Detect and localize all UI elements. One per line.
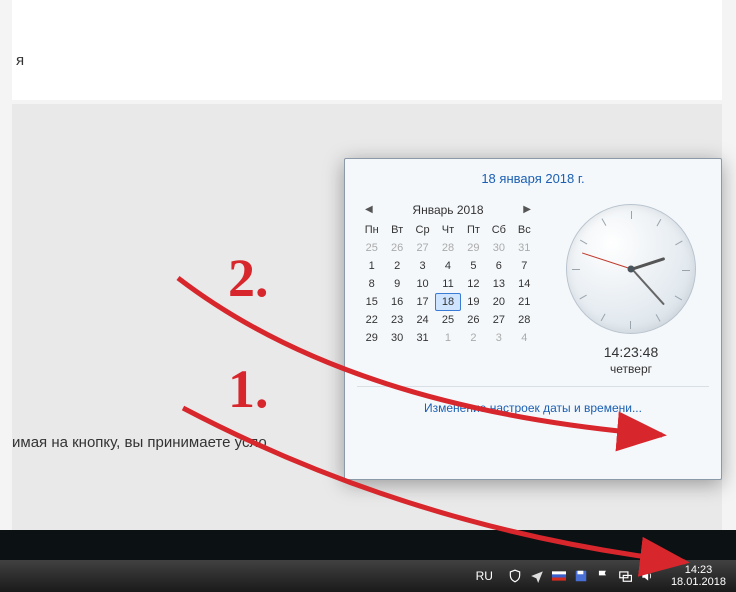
calendar-dow: Вт <box>384 221 409 239</box>
calendar-day[interactable]: 21 <box>512 293 537 311</box>
calendar: ◀ Январь 2018 ▶ ПнВтСрЧтПтСбВс2526272829… <box>359 198 537 376</box>
calendar-grid: ПнВтСрЧтПтСбВс25262728293031123456789101… <box>359 221 537 347</box>
calendar-day[interactable]: 16 <box>384 293 409 311</box>
calendar-day[interactable]: 28 <box>512 311 537 329</box>
volume-icon[interactable] <box>639 568 655 584</box>
footer-text: имая на кнопку, вы принимаете усло <box>12 434 267 451</box>
calendar-day[interactable]: 19 <box>461 293 486 311</box>
calendar-day[interactable]: 29 <box>461 239 486 257</box>
datetime-popup: 18 января 2018 г. ◀ Январь 2018 ▶ ПнВтСр… <box>344 158 722 480</box>
taskbar-clock[interactable]: 14:23 18.01.2018 <box>661 564 736 588</box>
flag-icon[interactable] <box>551 568 567 584</box>
calendar-day[interactable]: 20 <box>486 293 511 311</box>
calendar-dow: Ср <box>410 221 435 239</box>
content-band: я <box>12 0 722 100</box>
prev-month-button[interactable]: ◀ <box>361 202 377 217</box>
calendar-day[interactable]: 25 <box>435 311 460 329</box>
calendar-day[interactable]: 13 <box>486 275 511 293</box>
second-hand <box>582 252 632 269</box>
calendar-day[interactable]: 10 <box>410 275 435 293</box>
shield-icon[interactable] <box>507 568 523 584</box>
calendar-day[interactable]: 2 <box>461 329 486 347</box>
clock-pin <box>628 266 635 273</box>
action-flag-icon[interactable] <box>595 568 611 584</box>
digital-time: 14:23:48 <box>604 344 659 360</box>
calendar-day[interactable]: 4 <box>512 329 537 347</box>
calendar-day[interactable]: 27 <box>486 311 511 329</box>
calendar-day[interactable]: 8 <box>359 275 384 293</box>
calendar-day[interactable]: 4 <box>435 257 460 275</box>
calendar-day[interactable]: 3 <box>486 329 511 347</box>
calendar-day[interactable]: 28 <box>435 239 460 257</box>
taskbar: RU 14:23 18.01.2018 <box>0 560 736 592</box>
calendar-day[interactable]: 31 <box>410 329 435 347</box>
calendar-dow: Пт <box>461 221 486 239</box>
save-icon[interactable] <box>573 568 589 584</box>
calendar-month-title[interactable]: Январь 2018 <box>412 203 483 217</box>
minute-hand <box>631 268 665 305</box>
network-icon[interactable] <box>617 568 633 584</box>
change-datetime-settings-link[interactable]: Изменение настроек даты и времени... <box>345 387 721 429</box>
calendar-day[interactable]: 5 <box>461 257 486 275</box>
calendar-day[interactable]: 18 <box>435 293 460 311</box>
calendar-day[interactable]: 1 <box>359 257 384 275</box>
calendar-day[interactable]: 29 <box>359 329 384 347</box>
calendar-day[interactable]: 9 <box>384 275 409 293</box>
taskbar-date: 18.01.2018 <box>671 576 726 588</box>
bottom-dark-strip <box>0 530 736 560</box>
calendar-day[interactable]: 25 <box>359 239 384 257</box>
clock-block: 14:23:48 четверг <box>555 198 707 376</box>
calendar-day[interactable]: 17 <box>410 293 435 311</box>
calendar-dow: Вс <box>512 221 537 239</box>
calendar-day[interactable]: 2 <box>384 257 409 275</box>
calendar-day[interactable]: 27 <box>410 239 435 257</box>
popup-date-header: 18 января 2018 г. <box>345 159 721 194</box>
calendar-day[interactable]: 12 <box>461 275 486 293</box>
analog-clock <box>566 204 696 334</box>
calendar-dow: Чт <box>435 221 460 239</box>
calendar-day[interactable]: 11 <box>435 275 460 293</box>
calendar-day[interactable]: 1 <box>435 329 460 347</box>
calendar-day[interactable]: 30 <box>384 329 409 347</box>
calendar-dow: Сб <box>486 221 511 239</box>
hour-hand <box>632 257 665 270</box>
calendar-day[interactable]: 26 <box>384 239 409 257</box>
calendar-day[interactable]: 30 <box>486 239 511 257</box>
truncated-text: я <box>16 52 24 69</box>
calendar-day[interactable]: 3 <box>410 257 435 275</box>
calendar-day[interactable]: 31 <box>512 239 537 257</box>
taskbar-time: 14:23 <box>671 564 726 576</box>
calendar-dow: Пн <box>359 221 384 239</box>
calendar-day[interactable]: 26 <box>461 311 486 329</box>
plane-icon[interactable] <box>529 568 545 584</box>
calendar-day[interactable]: 24 <box>410 311 435 329</box>
system-tray <box>501 568 661 584</box>
calendar-day[interactable]: 15 <box>359 293 384 311</box>
next-month-button[interactable]: ▶ <box>519 202 535 217</box>
language-indicator[interactable]: RU <box>468 569 501 583</box>
calendar-day[interactable]: 23 <box>384 311 409 329</box>
calendar-day[interactable]: 22 <box>359 311 384 329</box>
calendar-day[interactable]: 7 <box>512 257 537 275</box>
day-of-week: четверг <box>610 362 652 376</box>
calendar-day[interactable]: 14 <box>512 275 537 293</box>
calendar-day[interactable]: 6 <box>486 257 511 275</box>
